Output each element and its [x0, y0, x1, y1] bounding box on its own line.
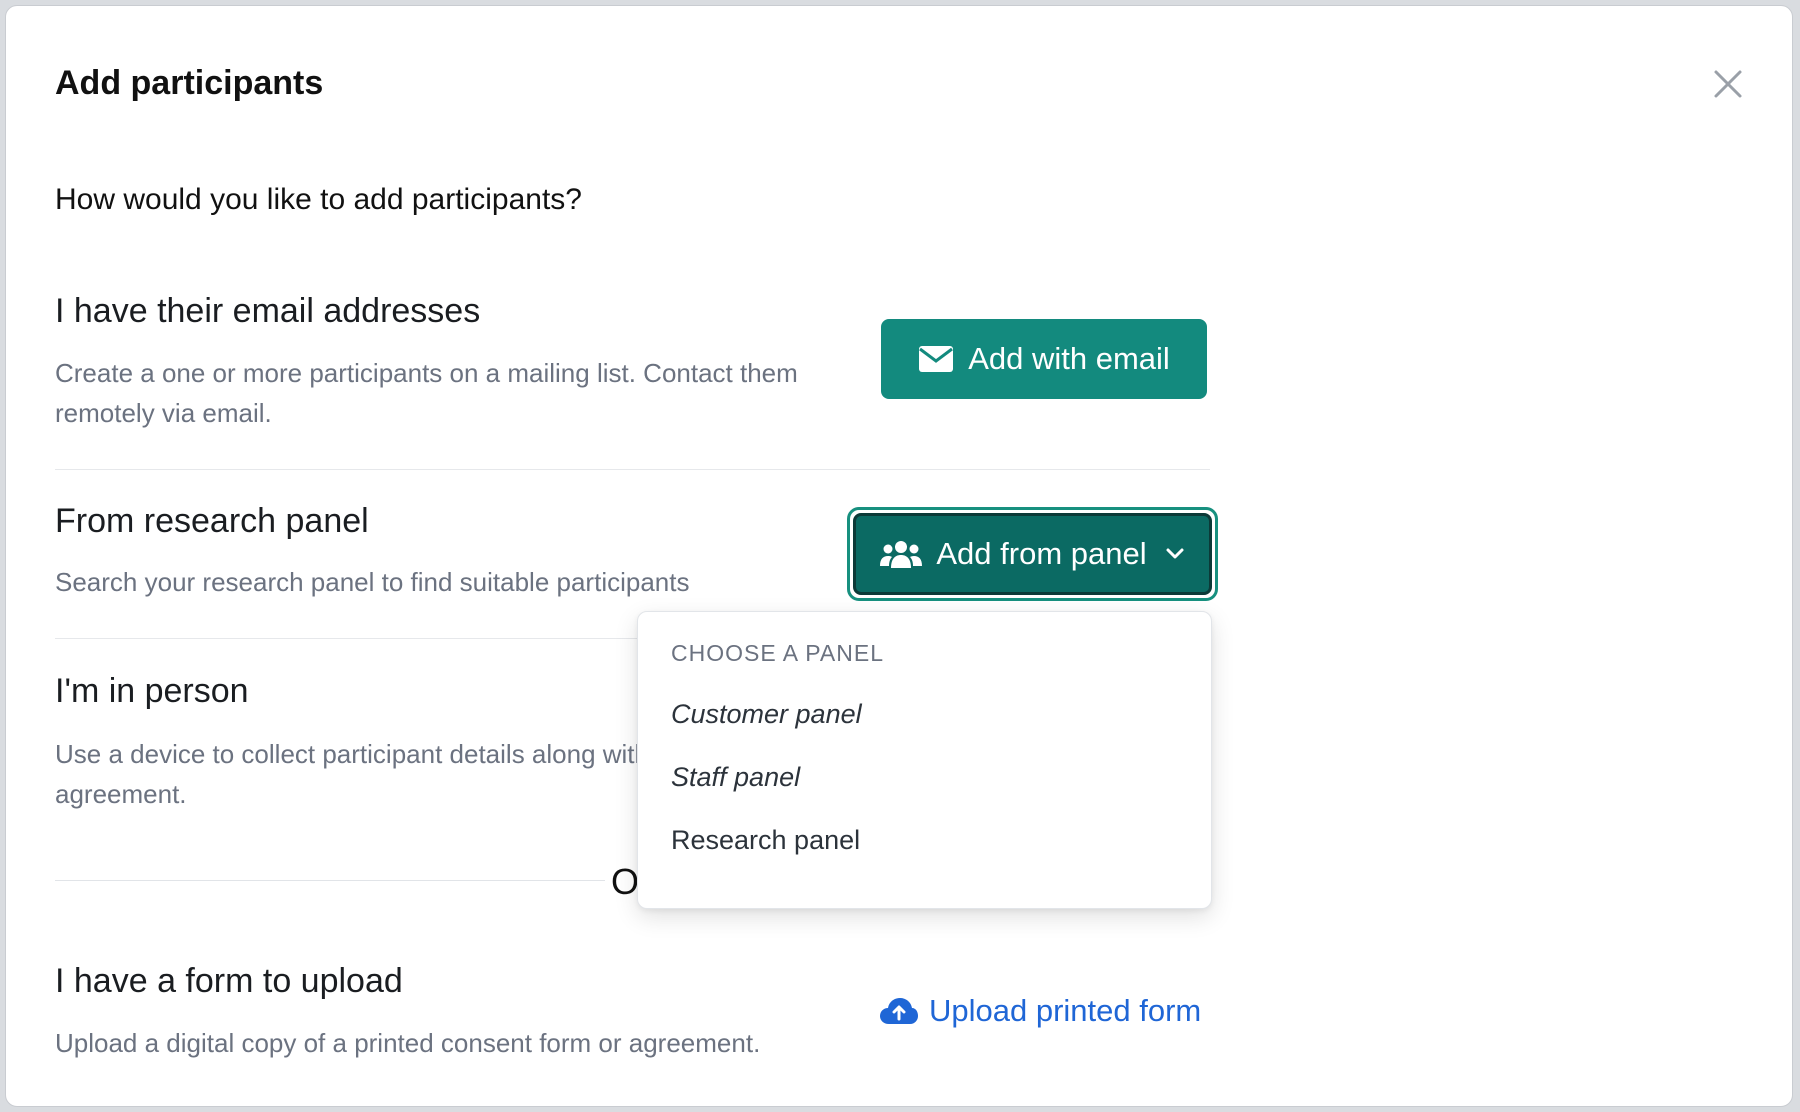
upload-printed-form-label: Upload printed form [929, 993, 1202, 1028]
dropdown-header: CHOOSE A PANEL [671, 640, 884, 666]
add-from-panel-button-inner: Add from panel [853, 513, 1212, 595]
add-participants-modal: Add participants How would you like to a… [5, 5, 1793, 1107]
upload-section-heading: I have a form to upload [55, 962, 403, 1000]
panel-dropdown-menu: CHOOSE A PANEL Customer panel Staff pane… [637, 611, 1212, 909]
envelope-icon [918, 345, 954, 373]
cloud-upload-icon [879, 996, 919, 1026]
dropdown-item-research-panel[interactable]: Research panel [671, 825, 860, 856]
users-icon [880, 538, 923, 570]
or-divider-line [55, 880, 605, 881]
section-divider [55, 469, 1210, 470]
panel-section-heading: From research panel [55, 502, 369, 540]
close-icon [1714, 70, 1742, 98]
add-with-email-label: Add with email [968, 341, 1170, 376]
chevron-down-icon [1165, 547, 1185, 561]
email-section-heading: I have their email addresses [55, 292, 481, 330]
panel-section-description: Search your research panel to find suita… [55, 567, 690, 597]
upload-printed-form-link[interactable]: Upload printed form [879, 990, 1201, 1032]
email-section-description: Create a one or more participants on a m… [55, 358, 798, 428]
add-with-email-button[interactable]: Add with email [881, 319, 1207, 399]
modal-title: Add participants [55, 64, 324, 102]
add-from-panel-label: Add from panel [936, 536, 1147, 571]
add-from-panel-button[interactable]: Add from panel [847, 507, 1218, 601]
upload-section-description: Upload a digital copy of a printed conse… [55, 1028, 761, 1058]
in-person-section-heading: I'm in person [55, 672, 249, 710]
close-button[interactable] [1706, 62, 1750, 106]
question-text: How would you like to add participants? [55, 183, 582, 216]
dropdown-item-customer-panel[interactable]: Customer panel [671, 699, 862, 730]
dropdown-item-staff-panel[interactable]: Staff panel [671, 762, 800, 793]
